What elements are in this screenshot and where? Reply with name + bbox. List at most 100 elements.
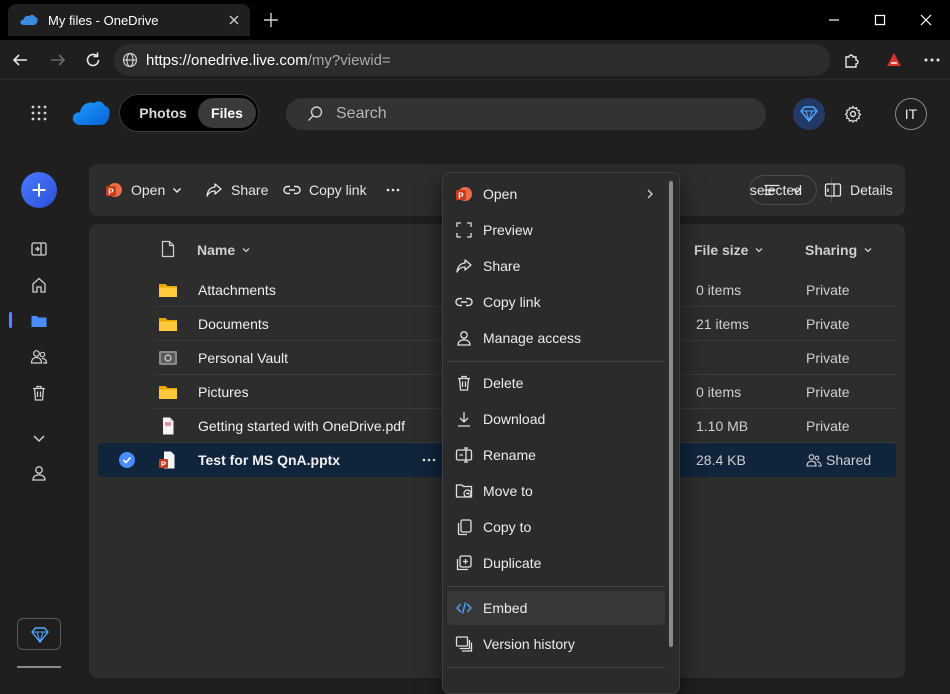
- diamond-icon: [800, 106, 818, 122]
- share-icon: [205, 181, 223, 199]
- folder-icon: [158, 281, 178, 299]
- home-icon[interactable]: [30, 276, 48, 294]
- forward-icon[interactable]: [48, 50, 68, 70]
- details-label: Details: [850, 182, 893, 198]
- more-actions-button[interactable]: [385, 180, 401, 200]
- refresh-icon[interactable]: [83, 50, 103, 70]
- sharing-status: Private: [806, 384, 850, 400]
- sharing-label: Private: [806, 350, 850, 366]
- my-files-folder-icon[interactable]: [30, 312, 48, 330]
- shared-people-icon[interactable]: [30, 348, 48, 366]
- share-button[interactable]: Share: [205, 180, 268, 200]
- chevron-down-icon: [241, 245, 251, 255]
- column-header-file-size[interactable]: File size: [694, 242, 764, 258]
- file-size: 21 items: [696, 316, 749, 332]
- file-size: 0 items: [696, 384, 742, 400]
- sharing-label: Private: [806, 384, 850, 400]
- adobe-extension-icon[interactable]: [884, 50, 904, 70]
- menu-item-embed[interactable]: Embed: [447, 591, 665, 625]
- pdf-icon: [158, 417, 178, 435]
- plus-icon: [31, 182, 47, 198]
- column-name-label: Name: [197, 242, 236, 258]
- menu-scrollbar[interactable]: [669, 181, 673, 647]
- menu-item-download[interactable]: Download: [447, 402, 665, 436]
- browser-menu-icon[interactable]: [922, 50, 942, 70]
- sharing-status: Private: [806, 418, 850, 434]
- menu-item-label: Move to: [483, 483, 533, 499]
- version-history-icon: [455, 635, 473, 653]
- menu-item-label: Embed: [483, 600, 528, 616]
- rename-icon: [455, 446, 473, 464]
- settings-gear-icon[interactable]: [844, 105, 862, 123]
- browser-tab[interactable]: My files - OneDrive: [8, 4, 250, 36]
- trash-icon: [455, 374, 473, 392]
- menu-item-duplicate[interactable]: Duplicate: [447, 546, 665, 580]
- close-window-icon[interactable]: [918, 12, 934, 28]
- menu-item-delete[interactable]: Delete: [447, 366, 665, 400]
- sort-view-button[interactable]: [763, 180, 803, 200]
- site-info-icon[interactable]: [122, 52, 138, 68]
- menu-item-copy-link[interactable]: Copy link: [447, 285, 665, 319]
- minimize-icon[interactable]: [826, 12, 842, 28]
- copy-link-button[interactable]: Copy link: [283, 180, 367, 200]
- menu-item-copy-to[interactable]: Copy to: [447, 510, 665, 544]
- onedrive-logo-icon[interactable]: [72, 100, 110, 126]
- column-header-name[interactable]: Name: [197, 242, 251, 258]
- file-name[interactable]: Pictures: [198, 384, 249, 400]
- menu-item-move-to[interactable]: Move to: [447, 474, 665, 508]
- file-name[interactable]: Test for MS QnA.pptx: [198, 452, 340, 468]
- search-icon: [306, 105, 324, 123]
- column-header-sharing[interactable]: Sharing: [805, 242, 873, 258]
- menu-item-preview[interactable]: Preview: [447, 213, 665, 247]
- open-button[interactable]: P Open: [105, 180, 183, 200]
- tab-files[interactable]: Files: [198, 98, 256, 128]
- tab-photos[interactable]: Photos: [128, 98, 198, 128]
- account-avatar[interactable]: IT: [895, 98, 927, 130]
- menu-item-rename[interactable]: Rename: [447, 438, 665, 472]
- maximize-icon[interactable]: [872, 12, 888, 28]
- create-new-button[interactable]: [21, 172, 57, 208]
- new-tab-icon[interactable]: [262, 11, 280, 29]
- chevron-down-icon: [754, 245, 764, 255]
- code-embed-icon: [455, 599, 473, 617]
- menu-item-manage-access[interactable]: Manage access: [447, 321, 665, 355]
- powerpoint-icon: P: [105, 181, 123, 199]
- details-button[interactable]: Details: [824, 180, 893, 200]
- sharing-label: Private: [806, 418, 850, 434]
- recycle-bin-icon[interactable]: [30, 384, 48, 402]
- menu-item-label: Manage access: [483, 330, 582, 346]
- chevron-down-icon: [171, 184, 183, 196]
- row-checkbox[interactable]: [119, 452, 135, 468]
- search-input[interactable]: Search: [286, 98, 766, 130]
- person-icon[interactable]: [30, 464, 48, 482]
- menu-item-version-history[interactable]: Version history: [447, 627, 665, 661]
- close-tab-icon[interactable]: [226, 12, 242, 28]
- premium-rail-button[interactable]: [17, 618, 61, 650]
- menu-item-share[interactable]: Share: [447, 249, 665, 283]
- file-name[interactable]: Attachments: [198, 282, 276, 298]
- back-icon[interactable]: [10, 50, 30, 70]
- premium-button[interactable]: [793, 98, 825, 130]
- menu-item-open[interactable]: P Open: [447, 177, 665, 211]
- nav-collapse-icon[interactable]: [30, 240, 48, 258]
- more-horizontal-icon[interactable]: [420, 451, 438, 469]
- menu-item-label: Copy link: [483, 294, 541, 310]
- file-name[interactable]: Personal Vault: [198, 350, 288, 366]
- vault-icon: [158, 349, 178, 367]
- details-pane-icon: [824, 181, 842, 199]
- file-name[interactable]: Getting started with OneDrive.pdf: [198, 418, 405, 434]
- menu-item-label: Preview: [483, 222, 533, 238]
- address-bar[interactable]: https://onedrive.live.com/my?viewid=: [114, 44, 830, 76]
- diamond-icon: [31, 627, 49, 643]
- view-switcher: Photos Files: [119, 94, 259, 132]
- file-name[interactable]: Documents: [198, 316, 269, 332]
- open-label: Open: [131, 182, 166, 198]
- copy-icon: [455, 518, 473, 536]
- app-launcher-icon[interactable]: [30, 104, 48, 122]
- duplicate-icon: [455, 554, 473, 572]
- extensions-icon[interactable]: [842, 50, 862, 70]
- chevron-down-icon[interactable]: [30, 429, 48, 447]
- more-horizontal-icon: [385, 182, 401, 198]
- url-domain: https://onedrive.live.com: [146, 51, 308, 69]
- svg-text:P: P: [108, 187, 114, 196]
